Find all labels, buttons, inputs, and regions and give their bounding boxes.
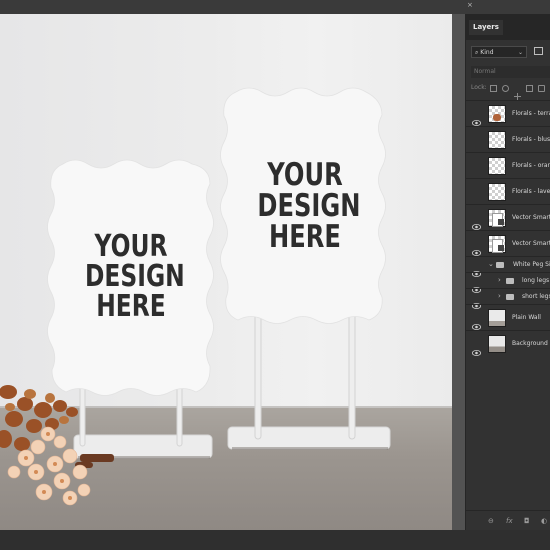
left-sign-line-1: YOUR xyxy=(94,229,168,264)
layer-name: Florals - orange xyxy=(512,162,550,169)
layer-row[interactable]: Vector Smart Object xyxy=(466,230,550,256)
layer-row[interactable]: Florals - orange xyxy=(466,152,550,178)
lock-label: Lock: xyxy=(471,84,487,91)
layer-row[interactable]: Background xyxy=(466,330,550,356)
right-sign-line-2: DESIGN xyxy=(257,188,361,224)
layer-thumbnail xyxy=(488,309,506,327)
left-sign-line-3: HERE xyxy=(96,289,166,324)
eye-icon[interactable] xyxy=(471,215,482,230)
layer-thumbnail xyxy=(488,235,506,253)
kind-label: Kind xyxy=(480,49,494,56)
layer-row[interactable]: Florals - lavender xyxy=(466,178,550,204)
lock-transparent-pixels-icon[interactable] xyxy=(490,85,497,92)
eye-icon[interactable] xyxy=(471,278,482,293)
right-sign-base xyxy=(227,426,391,450)
document-canvas[interactable]: YOUR DESIGN HERE YOUR DESIGN HERE xyxy=(0,14,452,530)
eye-hidden-icon[interactable] xyxy=(472,189,481,195)
layer-filter-kind-select[interactable]: ⌕ Kind ⌄ xyxy=(471,46,527,58)
layer-row[interactable]: Florals - blush xyxy=(466,126,550,152)
lock-all-icon[interactable] xyxy=(538,85,545,92)
chevron-right-icon[interactable]: › xyxy=(498,276,501,284)
adjustment-layer-icon[interactable]: ◐ xyxy=(541,517,547,525)
right-sign-line-3: HERE xyxy=(269,219,341,255)
eye-icon[interactable] xyxy=(471,241,482,256)
layer-thumbnail xyxy=(488,105,506,123)
folder-icon xyxy=(506,294,514,300)
panel-bottom-toolbar: ⊖ fx ◘ ◐ xyxy=(466,510,550,531)
layer-name: Vector Smart Object xyxy=(512,240,550,247)
right-sign-design-text: YOUR DESIGN HERE xyxy=(257,157,361,255)
layer-name: Vector Smart Object xyxy=(512,214,550,221)
left-sign-design-text: YOUR DESIGN HERE xyxy=(84,229,185,324)
search-icon: ⌕ xyxy=(475,49,479,56)
layer-thumbnail xyxy=(488,131,506,149)
tab-layers[interactable]: Layers xyxy=(469,20,503,35)
layer-name: Florals - terracotta xyxy=(512,110,550,117)
layer-row[interactable]: Vector Smart Object xyxy=(466,204,550,230)
layer-row[interactable]: ⌄ White Peg Sign xyxy=(466,256,550,277)
chevron-right-icon[interactable]: › xyxy=(498,292,501,300)
layer-name: Plain Wall xyxy=(512,314,541,321)
eye-icon[interactable] xyxy=(471,262,482,277)
eye-icon[interactable] xyxy=(471,111,482,126)
image-filter-icon[interactable] xyxy=(534,47,543,55)
fx-icon[interactable]: fx xyxy=(506,517,513,525)
layer-thumbnail xyxy=(488,157,506,175)
link-layers-icon[interactable]: ⊖ xyxy=(488,517,494,525)
layer-name: Background xyxy=(512,340,548,347)
right-sign-base-shadow xyxy=(232,447,388,450)
layer-name: short legs xyxy=(522,293,550,300)
panel-close-icon[interactable]: × xyxy=(467,1,473,9)
lock-position-icon[interactable] xyxy=(514,85,521,100)
eye-hidden-icon[interactable] xyxy=(472,137,481,143)
layers-panel: Layers ⌕ Kind ⌄ Normal Lock: Florals - t… xyxy=(465,14,550,531)
layer-mask-icon[interactable]: ◘ xyxy=(524,517,530,525)
folder-icon xyxy=(506,278,514,284)
chevron-down-icon[interactable]: ⌄ xyxy=(488,260,494,268)
left-sign-line-2: DESIGN xyxy=(84,259,185,294)
chevron-down-icon: ⌄ xyxy=(517,49,523,56)
layer-row[interactable]: › short legs xyxy=(466,288,550,309)
mockup-artwork xyxy=(0,87,391,506)
eye-icon[interactable] xyxy=(471,315,482,330)
blend-mode-select[interactable]: Normal xyxy=(471,66,550,78)
lock-image-pixels-icon[interactable] xyxy=(502,85,509,92)
layer-name: White Peg Sign xyxy=(513,261,550,268)
eye-icon[interactable] xyxy=(471,294,482,309)
eye-hidden-icon[interactable] xyxy=(472,163,481,169)
folder-icon xyxy=(496,262,504,268)
layer-row[interactable]: Florals - terracotta xyxy=(466,100,550,126)
app-bottom-bar xyxy=(0,530,550,550)
layer-thumbnail xyxy=(488,209,506,227)
layer-name: Florals - blush xyxy=(512,136,550,143)
eye-icon[interactable] xyxy=(471,341,482,356)
layer-row[interactable]: Plain Wall xyxy=(466,304,550,330)
panel-tab-bar: Layers xyxy=(466,14,550,40)
lock-artboard-icon[interactable] xyxy=(526,85,533,92)
right-sign-line-1: YOUR xyxy=(267,157,343,193)
layer-row[interactable]: › long legs xyxy=(466,272,550,293)
layer-name: long legs xyxy=(522,277,550,284)
layer-thumbnail xyxy=(488,335,506,353)
layer-name: Florals - lavender xyxy=(512,188,550,195)
layer-thumbnail xyxy=(488,183,506,201)
